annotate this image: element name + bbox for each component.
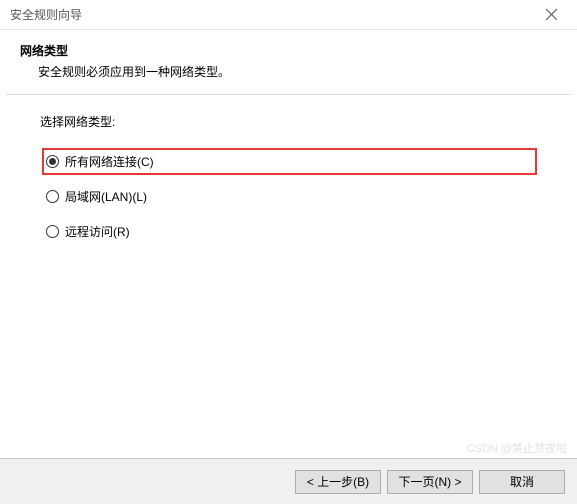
titlebar: 安全规则向导 <box>0 0 577 30</box>
section-label: 选择网络类型: <box>40 113 537 130</box>
network-type-radio-group: 所有网络连接(C) 局域网(LAN)(L) 远程访问(R) <box>40 148 537 245</box>
radio-label: 局域网(LAN)(L) <box>65 188 147 205</box>
window-title: 安全规则向导 <box>10 6 82 23</box>
wizard-content: 选择网络类型: 所有网络连接(C) 局域网(LAN)(L) 远程访问(R) <box>0 95 577 271</box>
radio-icon <box>46 225 59 238</box>
cancel-button[interactable]: 取消 <box>479 470 565 494</box>
page-title: 网络类型 <box>20 42 557 59</box>
radio-all-connections[interactable]: 所有网络连接(C) <box>42 148 537 175</box>
wizard-header: 网络类型 安全规则必须应用到一种网络类型。 <box>0 30 577 94</box>
close-button[interactable] <box>531 2 571 28</box>
page-description: 安全规则必须应用到一种网络类型。 <box>20 63 557 80</box>
watermark: CSDN @禁止然夜啦 <box>467 440 567 456</box>
wizard-footer: < 上一步(B) 下一页(N) > 取消 <box>0 458 577 504</box>
next-button[interactable]: 下一页(N) > <box>387 470 473 494</box>
close-icon <box>546 9 557 20</box>
radio-label: 所有网络连接(C) <box>65 153 154 170</box>
radio-lan[interactable]: 局域网(LAN)(L) <box>42 183 537 210</box>
radio-icon <box>46 155 59 168</box>
radio-remote-access[interactable]: 远程访问(R) <box>42 218 537 245</box>
radio-icon <box>46 190 59 203</box>
radio-label: 远程访问(R) <box>65 223 130 240</box>
back-button[interactable]: < 上一步(B) <box>295 470 381 494</box>
